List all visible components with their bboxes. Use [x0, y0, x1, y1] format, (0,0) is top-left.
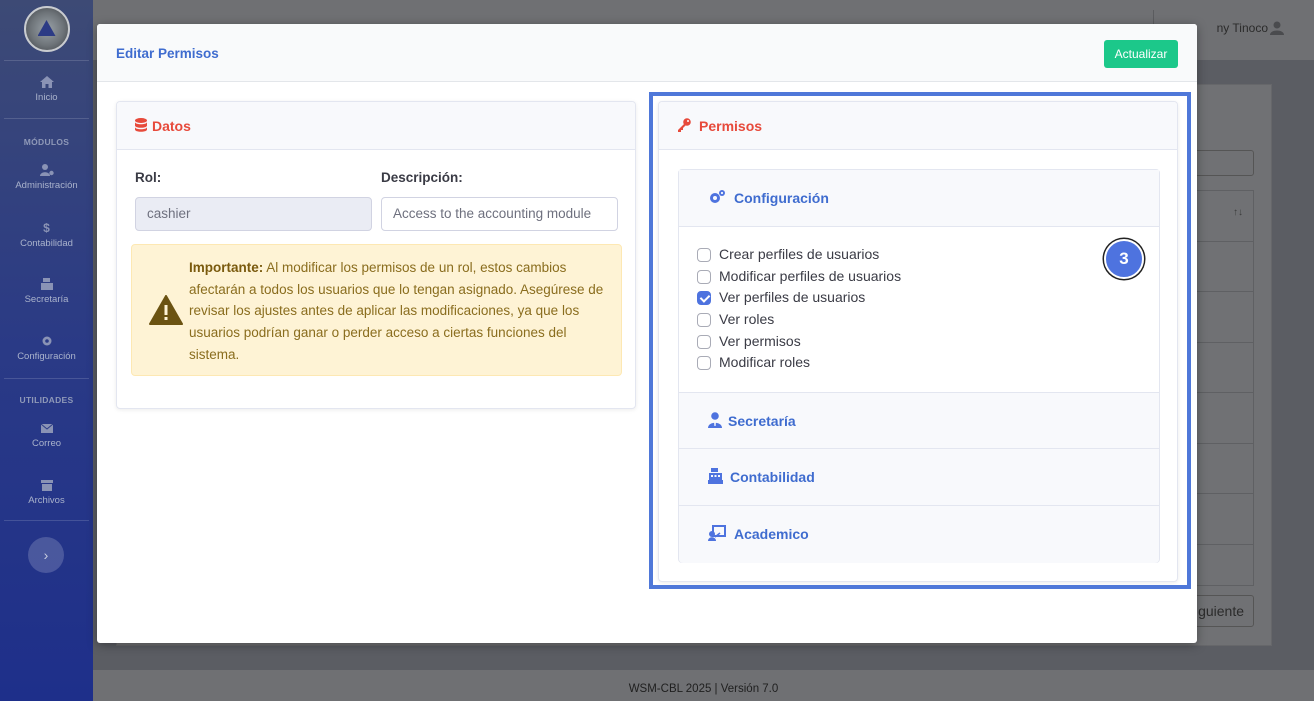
sidebar-section-modules: MÓDULOS	[23, 137, 70, 147]
sidebar-item-label: Contabilidad	[20, 238, 73, 249]
table-row	[1191, 343, 1253, 393]
table-row	[1191, 444, 1253, 494]
background-next-button: guiente	[1190, 595, 1254, 627]
datos-card-header: Datos	[117, 102, 635, 150]
table-row: ↑↓	[1191, 191, 1253, 242]
background-table: ↑↓	[1190, 190, 1254, 586]
sidebar-divider	[4, 118, 89, 119]
sidebar-section-utilities: UTILIDADES	[19, 395, 74, 405]
sidebar-item-secretaria[interactable]: Secretaría	[0, 278, 93, 305]
sidebar: Inicio MÓDULOS Administración $ Contabil…	[0, 0, 93, 701]
warning-text: Importante: Al modificar los permisos de…	[189, 257, 607, 366]
institution-logo	[23, 6, 70, 52]
home-icon	[39, 76, 54, 88]
table-row	[1191, 494, 1253, 545]
archive-icon	[40, 480, 53, 491]
rol-input: cashier	[135, 197, 372, 231]
sidebar-divider	[4, 60, 89, 61]
database-icon	[135, 118, 147, 132]
warning-strong: Importante:	[189, 260, 264, 275]
highlight-box	[649, 92, 1191, 589]
update-button[interactable]: Actualizar	[1104, 40, 1178, 68]
table-row	[1191, 292, 1253, 343]
table-row	[1191, 393, 1253, 444]
datos-card: Datos Rol: cashier Descripción: Access t…	[116, 101, 636, 409]
sidebar-divider	[4, 378, 89, 379]
datos-card-title: Datos	[152, 118, 191, 134]
sidebar-item-label: Correo	[31, 438, 62, 449]
warning-alert: Importante: Al modificar los permisos de…	[131, 244, 622, 376]
sidebar-item-inicio[interactable]: Inicio	[0, 76, 93, 103]
users-cog-icon	[39, 164, 54, 176]
sidebar-item-correo[interactable]: Correo	[0, 422, 93, 449]
sidebar-item-contabilidad[interactable]: $ Contabilidad	[0, 221, 93, 249]
user-icon[interactable]	[1270, 21, 1284, 35]
cash-register-icon	[40, 278, 53, 290]
modal-header: Editar Permisos Actualizar	[97, 24, 1197, 82]
sidebar-divider	[4, 520, 89, 521]
description-input[interactable]: Access to the accounting module	[381, 197, 618, 231]
sidebar-item-archivos[interactable]: Archivos	[0, 479, 93, 506]
sidebar-item-label: Administración	[15, 180, 78, 191]
sidebar-item-configuracion[interactable]: Configuración	[0, 335, 93, 362]
sidebar-item-label: Archivos	[28, 495, 65, 506]
dollar-icon: $	[43, 221, 50, 235]
sidebar-item-label: Configuración	[17, 351, 76, 362]
sidebar-item-label: Secretaría	[24, 294, 69, 305]
envelope-icon	[40, 423, 53, 433]
description-label: Descripción:	[381, 170, 463, 185]
sidebar-item-administracion[interactable]: Administración	[0, 164, 93, 191]
sidebar-item-label: Inicio	[35, 92, 58, 103]
table-row	[1191, 242, 1253, 292]
modal-title: Editar Permisos	[116, 46, 219, 61]
warning-body: Al modificar los permisos de un rol, est…	[189, 260, 604, 362]
gear-icon	[42, 336, 51, 346]
sort-icon: ↑↓	[1233, 207, 1243, 218]
background-search-input	[1190, 150, 1254, 176]
footer: WSM-CBL 2025 | Versión 7.0	[93, 670, 1314, 701]
warning-triangle-icon	[149, 295, 183, 325]
sidebar-toggle-button[interactable]: ›	[28, 537, 64, 573]
rol-label: Rol:	[135, 170, 162, 185]
user-name[interactable]: ny Tinoco	[1217, 21, 1268, 35]
